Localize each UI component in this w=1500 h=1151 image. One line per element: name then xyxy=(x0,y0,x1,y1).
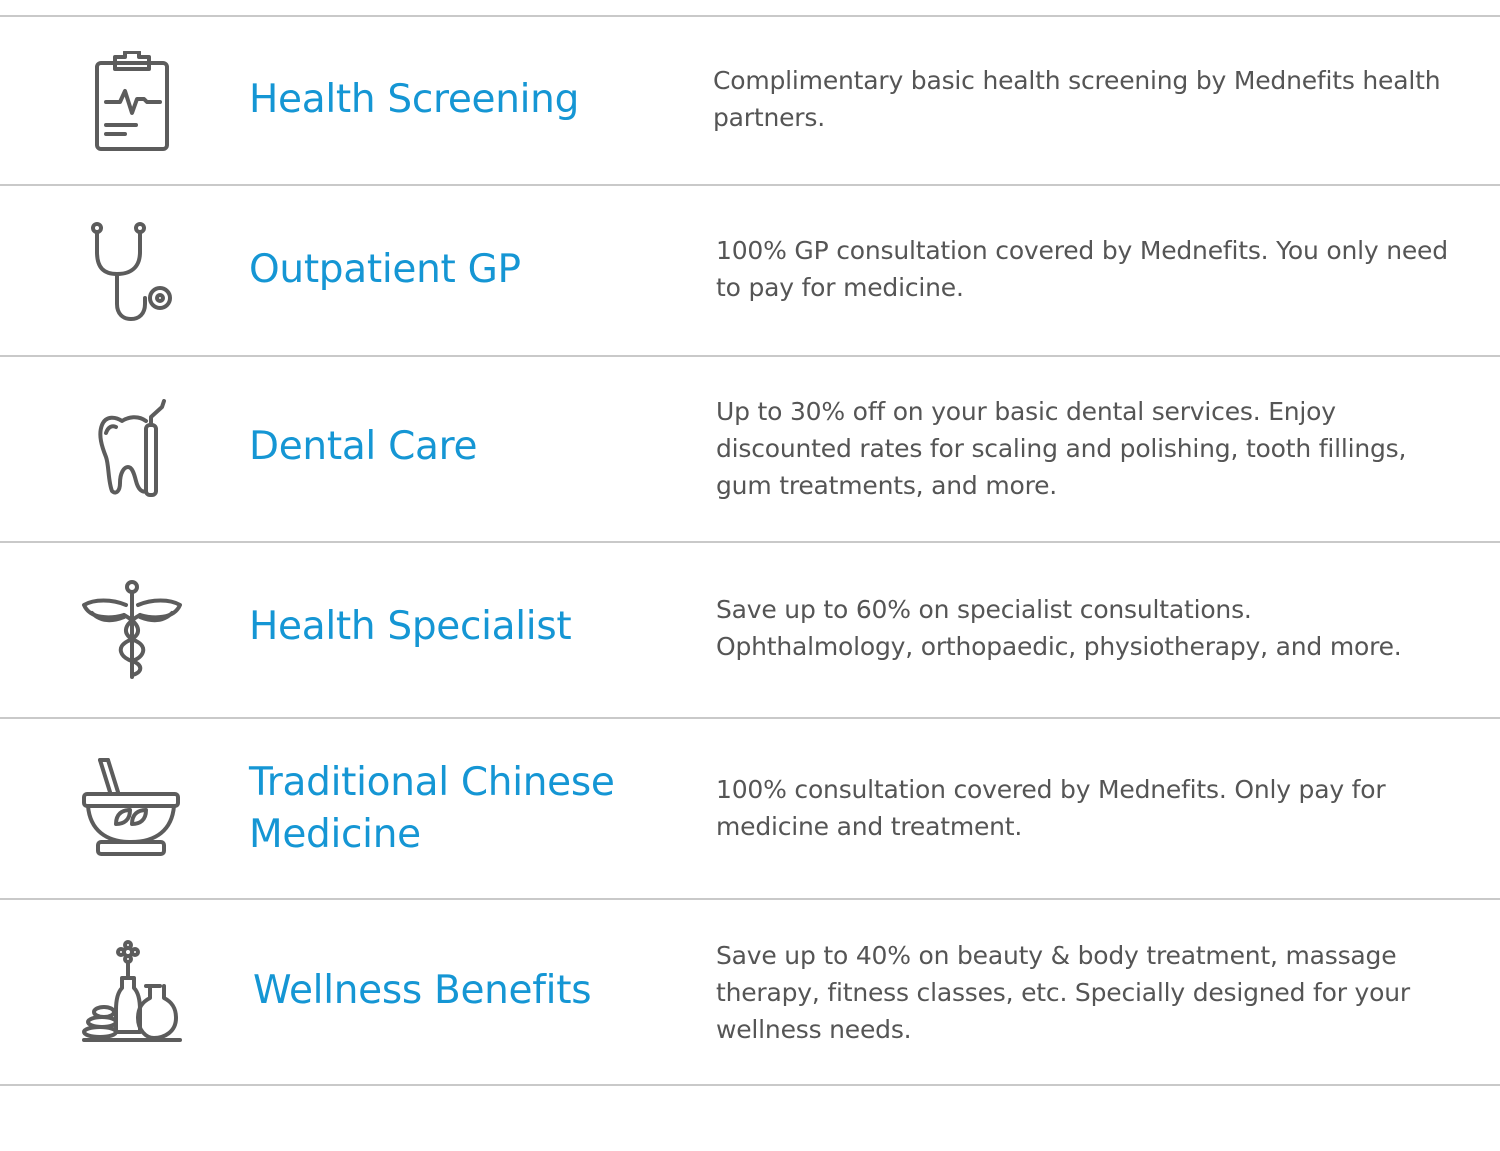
benefit-title: Dental Care xyxy=(249,424,478,469)
benefit-description: Up to 30% off on your basic dental servi… xyxy=(716,397,1407,500)
benefit-row-traditional-chinese-medicine: Traditional Chinese Medicine 100% consul… xyxy=(0,719,1500,898)
clipboard-heartbeat-icon xyxy=(80,51,184,155)
stethoscope-icon xyxy=(80,222,184,326)
benefit-description: Complimentary basic health screening by … xyxy=(713,66,1441,132)
caduceus-icon xyxy=(80,579,184,683)
benefit-row-wellness-benefits: Wellness Benefits Save up to 40% on beau… xyxy=(0,900,1500,1085)
benefit-row-dental-care: Dental Care Up to 30% off on your basic … xyxy=(0,357,1500,541)
benefit-title: Health Specialist xyxy=(249,604,572,649)
benefit-title: Health Screening xyxy=(249,77,580,122)
benefit-description: 100% GP consultation covered by Mednefit… xyxy=(716,236,1448,302)
benefit-description: 100% consultation covered by Mednefits. … xyxy=(716,775,1386,841)
benefit-title: Wellness Benefits xyxy=(253,968,592,1013)
benefit-description: Save up to 60% on specialist consultatio… xyxy=(716,595,1402,661)
spa-wellness-icon xyxy=(80,940,184,1044)
benefit-title: Traditional Chinese Medicine xyxy=(249,760,615,857)
benefit-title: Outpatient GP xyxy=(249,247,521,292)
benefit-row-health-screening: Health Screening Complimentary basic hea… xyxy=(0,17,1500,185)
benefit-row-health-specialist: Health Specialist Save up to 60% on spec… xyxy=(0,543,1500,717)
benefit-description: Save up to 40% on beauty & body treatmen… xyxy=(716,941,1410,1044)
benefit-row-outpatient-gp: Outpatient GP 100% GP consultation cover… xyxy=(0,186,1500,356)
benefits-list: Health Screening Complimentary basic hea… xyxy=(0,0,1500,1151)
tooth-icon xyxy=(80,399,184,503)
divider xyxy=(0,1084,1500,1086)
mortar-pestle-icon xyxy=(80,756,184,860)
